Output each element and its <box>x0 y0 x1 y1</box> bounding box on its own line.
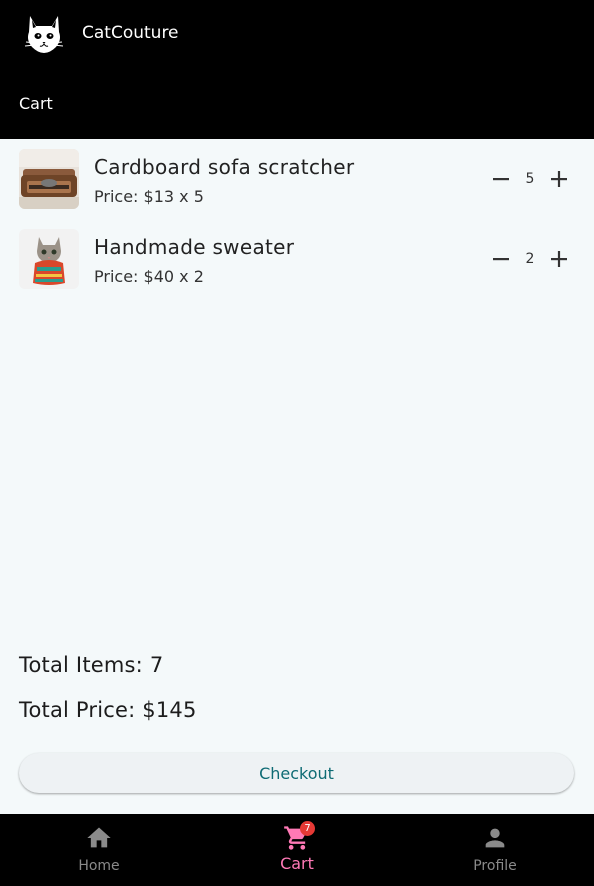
nav-item-home[interactable]: Home <box>0 814 198 886</box>
minus-icon <box>493 258 509 261</box>
total-price: Total Price: $145 <box>19 698 197 722</box>
nav-label: Profile <box>473 858 517 874</box>
item-price: Price: $13 x 5 <box>94 187 204 206</box>
decrease-quantity-button[interactable] <box>485 163 517 195</box>
bottom-navigation: Home 7 Cart Profile <box>0 814 594 886</box>
increase-quantity-button[interactable] <box>543 163 575 195</box>
cart-item: Handmade sweater Price: $40 x 2 2 <box>19 229 575 289</box>
quantity-value: 2 <box>525 251 535 267</box>
quantity-stepper: 5 <box>485 163 575 195</box>
cart-content: Cardboard sofa scratcher Price: $13 x 5 … <box>0 139 594 814</box>
plus-icon <box>551 251 567 267</box>
sweater-cat-image <box>19 229 79 289</box>
sofa-scratcher-image <box>19 149 79 209</box>
plus-icon <box>551 171 567 187</box>
decrease-quantity-button[interactable] <box>485 243 517 275</box>
app-name: CatCouture <box>82 23 179 43</box>
item-name: Cardboard sofa scratcher <box>94 155 355 179</box>
item-name: Handmade sweater <box>94 235 295 259</box>
app-bar: CatCouture Cart <box>0 0 594 139</box>
quantity-value: 5 <box>525 171 535 187</box>
nav-label: Cart <box>280 854 314 873</box>
total-items: Total Items: 7 <box>19 653 164 677</box>
brand: CatCouture <box>22 12 179 54</box>
cart-icon-wrapper: 7 <box>283 821 315 852</box>
home-icon <box>87 827 111 848</box>
cart-badge: 7 <box>300 821 315 836</box>
checkout-button[interactable]: Checkout <box>19 753 574 793</box>
minus-icon <box>493 178 509 181</box>
nav-item-cart[interactable]: 7 Cart <box>198 814 396 886</box>
cat-logo-icon <box>24 16 64 53</box>
cart-item: Cardboard sofa scratcher Price: $13 x 5 … <box>19 149 575 209</box>
quantity-stepper: 2 <box>485 243 575 275</box>
nav-item-profile[interactable]: Profile <box>396 814 594 886</box>
nav-label: Home <box>78 858 120 874</box>
increase-quantity-button[interactable] <box>543 243 575 275</box>
item-price: Price: $40 x 2 <box>94 267 204 286</box>
person-icon <box>485 828 505 848</box>
page-title: Cart <box>19 94 53 113</box>
